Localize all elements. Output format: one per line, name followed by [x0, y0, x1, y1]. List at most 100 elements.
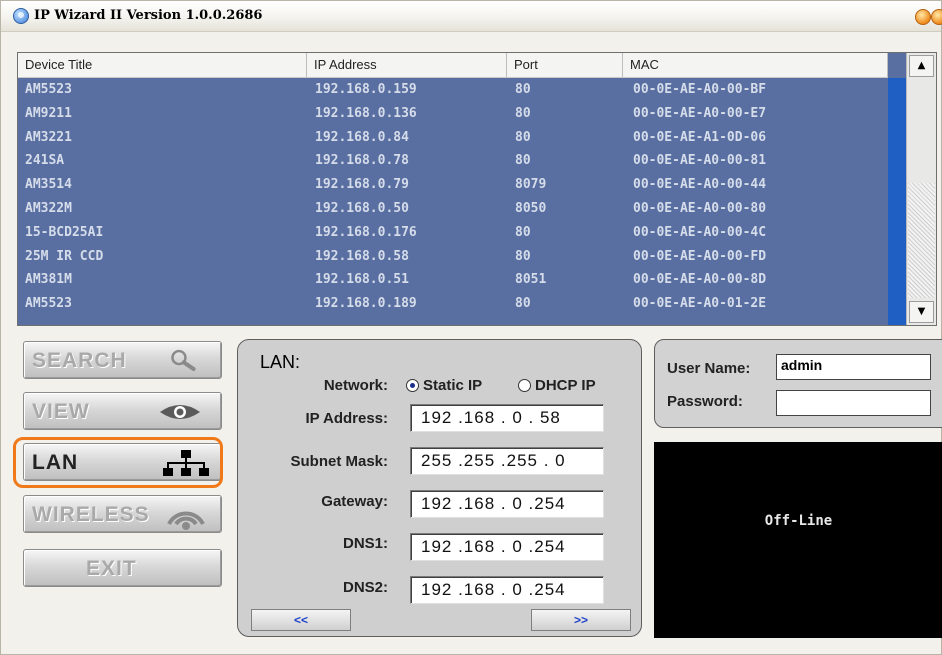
dns2-field[interactable]: 192 .168 . 0 .254 [410, 576, 604, 604]
eye-icon [160, 405, 200, 419]
close-icon[interactable] [931, 9, 942, 25]
previous-button[interactable]: << [251, 609, 351, 631]
view-button[interactable]: VIEW [23, 392, 222, 430]
title-bar[interactable]: IP Wizard II Version 1.0.0.2686 [1, 1, 942, 32]
username-label: User Name: [667, 360, 751, 377]
cell-port: 80 [515, 153, 531, 169]
cell-ip: 192.168.0.84 [315, 129, 409, 145]
scroll-down-icon[interactable]: ▼ [909, 301, 934, 323]
cell-device-title: AM5523 [25, 82, 72, 97]
table-row[interactable]: AM3221 192.168.0.84 80 00-0E-AE-A1-0D-06 [18, 126, 888, 150]
exit-button-label: EXIT [86, 557, 137, 580]
ip-address-label: IP Address: [305, 410, 388, 427]
cell-ip: 192.168.0.189 [315, 296, 417, 312]
table-row[interactable]: AM381M 192.168.0.51 8051 00-0E-AE-A0-00-8D [18, 268, 888, 292]
table-row[interactable]: AM3514 192.168.0.79 8079 00-0E-AE-A0-00-44 [18, 173, 888, 197]
cell-ip: 192.168.0.50 [315, 200, 409, 216]
dns2-label: DNS2: [342, 579, 388, 596]
cell-mac: 00-0E-AE-A0-00-80 [633, 200, 767, 216]
magnifier-icon [171, 349, 196, 371]
cell-mac: 00-0E-AE-A0-00-E7 [633, 105, 767, 121]
gateway-label: Gateway: [321, 493, 388, 510]
table-row[interactable]: 241SA 192.168.0.78 80 00-0E-AE-A0-00-81 [18, 149, 888, 173]
cell-mac: 00-0E-AE-A0-01-2E [633, 296, 767, 312]
radio-unselected-icon [518, 379, 531, 392]
password-label: Password: [667, 393, 743, 410]
exit-button[interactable]: EXIT [23, 549, 222, 587]
cell-device-title: AM3514 [25, 177, 72, 193]
wireless-button[interactable]: WIRELESS [23, 495, 222, 533]
subnet-mask-label: Subnet Mask: [290, 453, 388, 470]
table-row[interactable]: 25M IR CCD 192.168.0.58 80 00-0E-AE-A0-00-F… [18, 245, 888, 269]
cell-mac: 00-0E-AE-A0-00-BF [633, 82, 767, 97]
device-list[interactable]: Device Title IP Address Port MAC AM5523 1… [17, 52, 937, 326]
selection-strip [888, 78, 906, 325]
cell-port: 8051 [515, 272, 547, 288]
cell-device-title: 15-BCD25AI [25, 224, 104, 240]
cell-port: 80 [515, 248, 531, 264]
cell-port: 80 [515, 82, 531, 97]
username-field[interactable]: admin [776, 354, 931, 380]
cell-ip: 192.168.0.51 [315, 272, 409, 288]
vertical-scrollbar[interactable]: ▲ ▼ [906, 53, 936, 325]
table-row[interactable]: 15-BCD25AI 192.168.0.176 80 00-0E-AE-A0-00-… [18, 221, 888, 245]
device-rows: AM5523 192.168.0.159 80 00-0E-AE-A0-00-BF A… [18, 78, 888, 316]
lan-panel-title: LAN: [260, 352, 301, 372]
static-ip-label: Static IP [423, 377, 483, 394]
column-header-port[interactable]: Port [507, 53, 623, 77]
lan-settings-panel: LAN: Network: Static IP DHCP IP IP Addre… [237, 339, 642, 637]
app-globe-icon [13, 8, 29, 24]
static-ip-radio[interactable]: Static IP [406, 377, 482, 394]
column-header-device-title[interactable]: Device Title [18, 53, 307, 77]
radio-selected-icon [406, 379, 419, 392]
table-row[interactable]: AM5523 192.168.0.189 80 00-0E-AE-A0-01-2E [18, 292, 888, 316]
cell-mac: 00-0E-AE-A0-00-44 [633, 177, 767, 193]
login-panel: User Name: admin Password: [654, 339, 942, 428]
cell-port: 80 [515, 105, 531, 121]
cell-mac: 00-0E-AE-A0-00-FD [633, 248, 767, 264]
table-row[interactable]: AM5523 192.168.0.159 80 00-0E-AE-A0-00-BF [18, 78, 888, 102]
dns1-field[interactable]: 192 .168 . 0 .254 [410, 533, 604, 561]
cell-mac: 00-0E-AE-A0-00-81 [633, 153, 767, 169]
password-field[interactable] [776, 390, 931, 416]
lan-selected-highlight [13, 437, 223, 488]
window-title: IP Wizard II Version 1.0.0.2686 [34, 8, 263, 23]
table-row[interactable]: AM322M 192.168.0.50 8050 00-0E-AE-A0-00-80 [18, 197, 888, 221]
video-preview-area: Off-Line [654, 442, 942, 638]
cell-mac: 00-0E-AE-A1-0D-06 [633, 129, 767, 145]
cell-ip: 192.168.0.176 [315, 224, 417, 240]
cell-port: 80 [515, 296, 531, 312]
minimize-icon[interactable] [915, 9, 931, 25]
cell-port: 8050 [515, 200, 547, 216]
ip-address-field[interactable]: 192 .168 . 0 . 58 [410, 404, 604, 432]
ip-wizard-window: IP Wizard II Version 1.0.0.2686 Device T… [0, 0, 942, 655]
column-header-mac[interactable]: MAC [623, 53, 888, 77]
dhcp-ip-radio[interactable]: DHCP IP [518, 377, 596, 394]
cell-device-title: AM3221 [25, 129, 72, 145]
list-header: Device Title IP Address Port MAC [18, 53, 888, 78]
cell-device-title: AM381M [25, 272, 72, 288]
table-row[interactable]: AM9211 192.168.0.136 80 00-0E-AE-A0-00-E7 [18, 102, 888, 126]
cell-device-title: AM9211 [25, 105, 72, 121]
next-button[interactable]: >> [531, 609, 631, 631]
column-header-ip-address[interactable]: IP Address [307, 53, 507, 77]
cell-device-title: AM322M [25, 200, 72, 216]
scroll-track[interactable] [908, 183, 935, 298]
search-button[interactable]: SEARCH [23, 341, 222, 379]
cell-ip: 192.168.0.78 [315, 153, 409, 169]
cell-mac: 00-0E-AE-A0-00-8D [633, 272, 767, 288]
cell-ip: 192.168.0.58 [315, 248, 409, 264]
wifi-icon [167, 511, 205, 530]
cell-ip: 192.168.0.159 [315, 82, 417, 97]
cell-device-title: AM5523 [25, 296, 72, 312]
subnet-mask-field[interactable]: 255 .255 .255 . 0 [410, 447, 604, 475]
network-label: Network: [323, 377, 388, 394]
scroll-up-icon[interactable]: ▲ [909, 55, 934, 77]
cell-mac: 00-0E-AE-A0-00-4C [633, 224, 767, 240]
cell-port: 8079 [515, 177, 547, 193]
cell-device-title: 241SA [25, 153, 65, 169]
view-button-label: VIEW [32, 400, 90, 423]
gateway-field[interactable]: 192 .168 . 0 .254 [410, 490, 604, 518]
wireless-button-label: WIRELESS [32, 503, 150, 526]
dhcp-ip-label: DHCP IP [535, 377, 596, 394]
